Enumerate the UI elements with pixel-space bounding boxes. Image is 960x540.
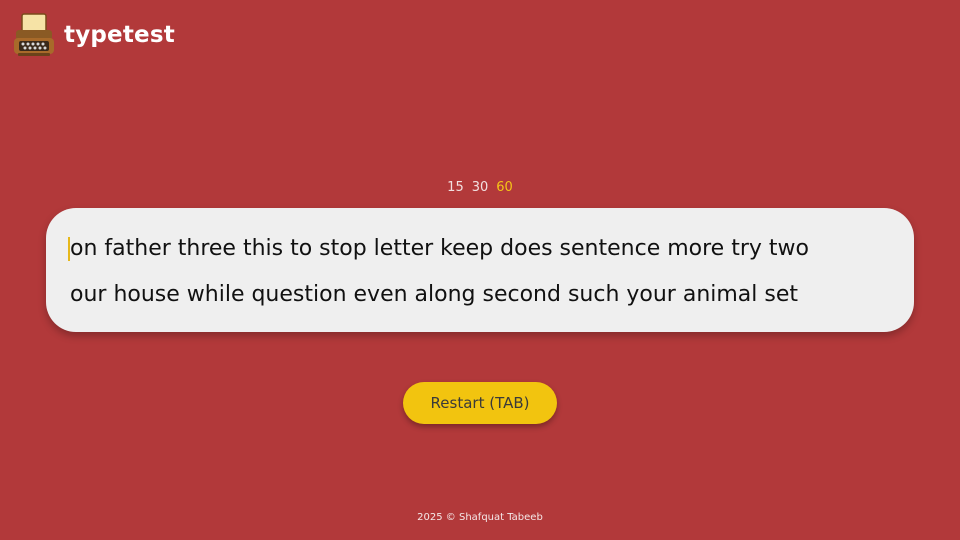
- text-line-1: on father three this to stop letter keep…: [68, 226, 890, 272]
- duration-60[interactable]: 60: [496, 180, 513, 195]
- text-line-2-content: our house while question even along seco…: [70, 282, 799, 307]
- text-line-2: our house while question even along seco…: [70, 272, 890, 318]
- app-title: typetest: [64, 22, 175, 48]
- restart-button[interactable]: Restart (TAB): [403, 382, 557, 424]
- app-header: typetest: [12, 12, 175, 58]
- duration-30[interactable]: 30: [472, 180, 489, 195]
- text-line-1-content: on father three this to stop letter keep…: [70, 236, 809, 261]
- typewriter-icon: [14, 13, 54, 56]
- typing-text-area[interactable]: on father three this to stop letter keep…: [46, 208, 914, 332]
- duration-selector: 15 30 60: [0, 180, 960, 195]
- text-caret: [68, 237, 70, 261]
- footer-credit: 2025 © Shafquat Tabeeb: [417, 512, 543, 523]
- duration-15[interactable]: 15: [447, 180, 464, 195]
